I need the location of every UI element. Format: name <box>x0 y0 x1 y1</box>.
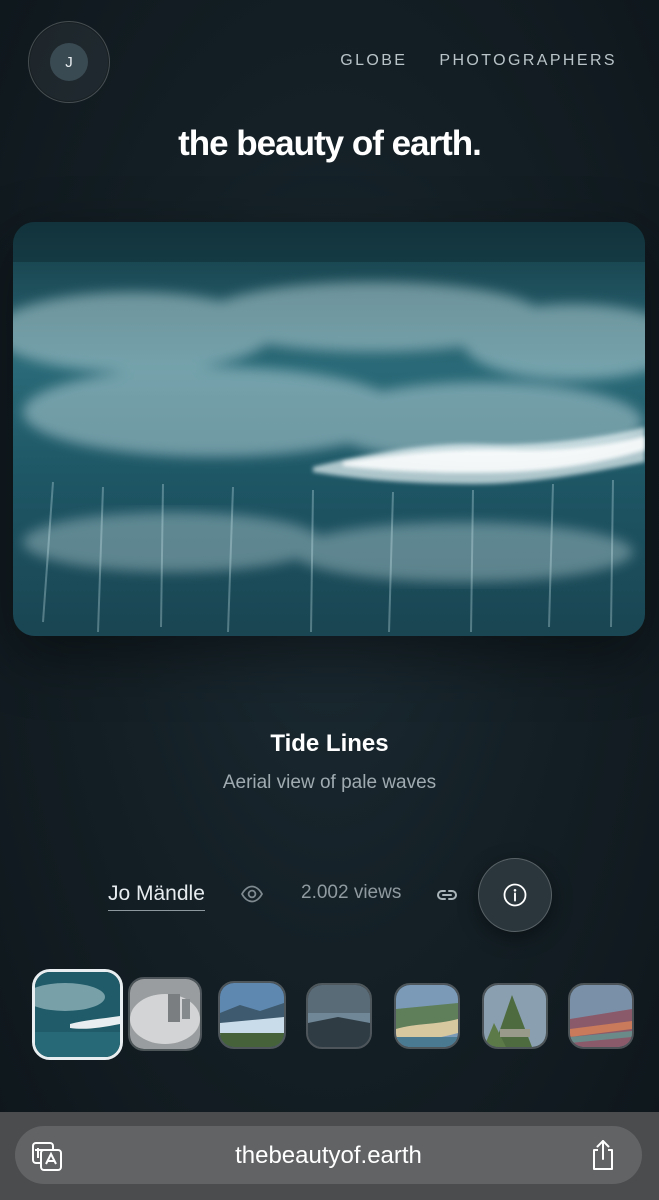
view-count: 2.002 views <box>301 882 402 903</box>
photo-meta: Jo Mändle 2.002 views <box>0 858 659 932</box>
thumbnail-image <box>484 985 546 1047</box>
thumbnail-image <box>35 972 120 1057</box>
site-title: the beauty of earth. <box>178 124 482 163</box>
thumbnail-coastal-lake[interactable] <box>306 983 372 1049</box>
photo-title: Tide Lines <box>270 730 389 757</box>
thumbnail-image <box>220 983 284 1047</box>
avatar: J <box>50 43 88 81</box>
thumbnail-image <box>308 985 370 1047</box>
thumbnail-misty-waterfall[interactable] <box>128 977 202 1051</box>
thumbnail-glacier[interactable] <box>218 981 286 1049</box>
hero-photo[interactable] <box>13 222 645 636</box>
info-button[interactable] <box>478 858 552 932</box>
eye-icon <box>240 885 264 903</box>
info-icon <box>503 883 527 907</box>
translate-icon[interactable] <box>31 1140 63 1172</box>
thumbnail-rainbow-mountains[interactable] <box>568 983 634 1049</box>
top-nav: GLOBE PHOTOGRAPHERS <box>340 52 617 70</box>
avatar-button[interactable]: J <box>28 21 110 103</box>
avatar-initial: J <box>65 53 73 71</box>
thumbnail-mountain-ruins[interactable] <box>482 983 548 1049</box>
photo-description: Aerial view of pale waves <box>222 772 437 793</box>
nav-globe-link[interactable]: GLOBE <box>340 52 407 70</box>
share-icon[interactable] <box>588 1138 618 1172</box>
thumbnail-beach-coastline[interactable] <box>394 983 460 1049</box>
thumbnail-image <box>130 979 200 1049</box>
url-text: thebeautyof.earth <box>235 1142 422 1169</box>
hero-photo-image <box>13 222 645 636</box>
link-icon[interactable] <box>434 882 460 908</box>
thumbnail-ocean-waves[interactable] <box>32 969 123 1060</box>
browser-address-bar: thebeautyof.earth <box>0 1112 659 1200</box>
thumbnail-image <box>396 985 458 1047</box>
url-field[interactable]: thebeautyof.earth <box>15 1126 642 1184</box>
nav-photographers-link[interactable]: PHOTOGRAPHERS <box>439 52 617 70</box>
photographer-link[interactable]: Jo Mändle <box>108 882 205 911</box>
thumbnail-strip <box>0 969 659 1061</box>
thumbnail-image <box>570 985 632 1047</box>
